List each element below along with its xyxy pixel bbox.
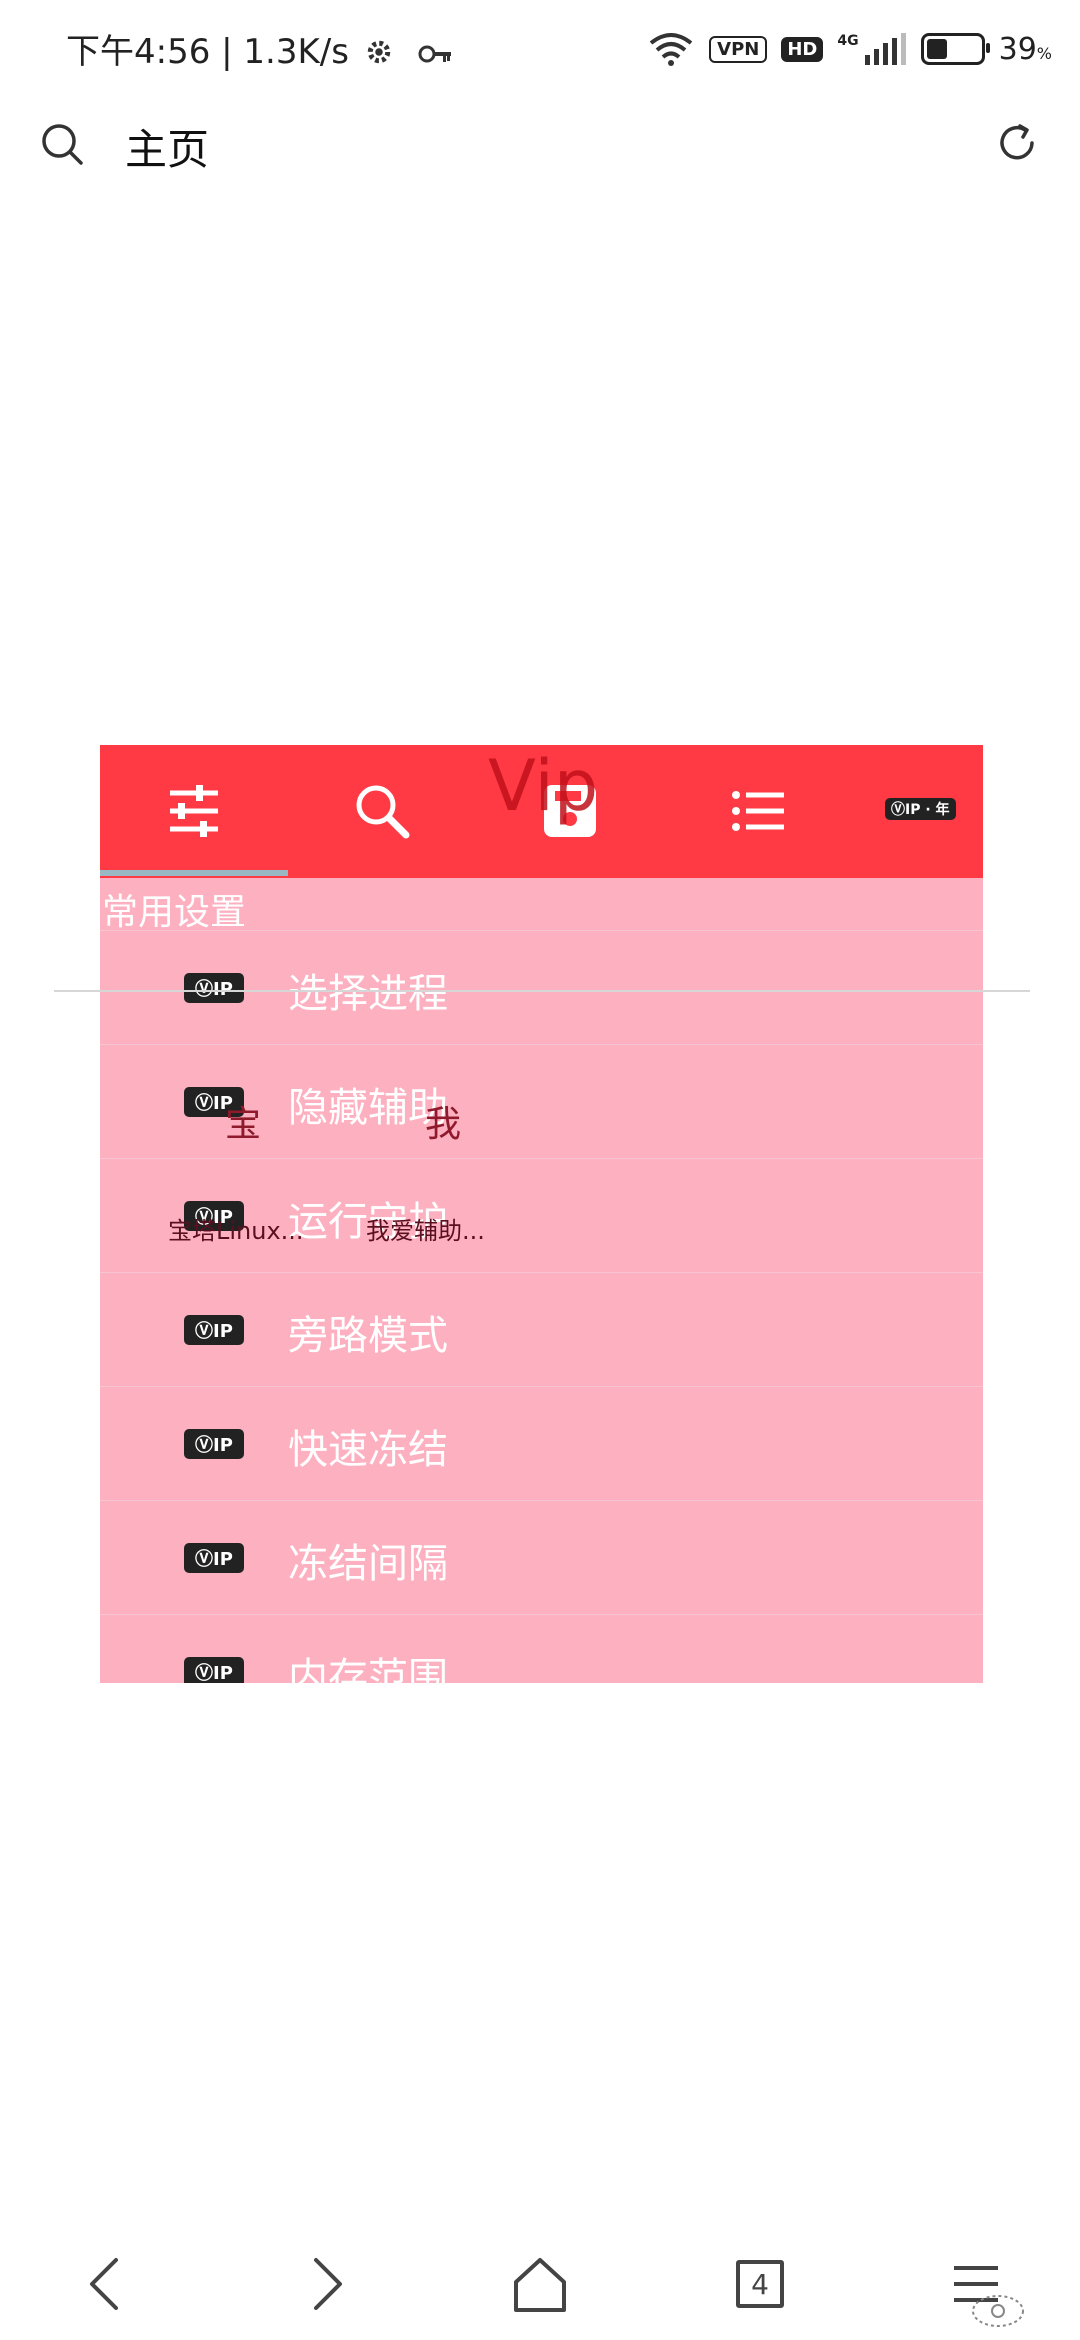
status-bar: 下午4:56 | 1.3K/s VPN HD 4G 39% [0,0,1080,100]
battery-percent: 39% [998,31,1052,67]
page-title: 主页 [125,125,210,174]
signal-indicator: 4G [837,33,906,65]
tab-indicator [100,870,288,876]
home-icon[interactable] [508,2252,572,2316]
bookmark-tile-wo-icon[interactable]: 我 [425,1095,461,1147]
menu-row-label: 快速冻结 [288,1427,448,1473]
section-label: 常用设置 [102,892,247,933]
menu-row-memory-range[interactable]: ⓋIP 内存范围 [100,1614,983,1683]
menu-row-bypass-mode[interactable]: ⓋIP 旁路模式 [100,1272,983,1387]
status-icons: VPN HD 4G 39% [647,26,1052,72]
divider-line [54,990,1030,992]
menu-row-freeze-interval[interactable]: ⓋIP 冻结间隔 [100,1500,983,1615]
refresh-icon[interactable] [994,120,1040,166]
hd-badge: HD [781,36,824,62]
menu-row-label: 隐藏辅助 [288,1085,448,1131]
menu-row-select-process[interactable]: ⓋIP 选择进程 [100,930,983,1045]
tab-search-icon[interactable] [350,779,414,843]
tabs-button[interactable]: 4 [728,2252,792,2316]
vip-badge: ⓋIP [184,1543,244,1573]
vpn-badge: VPN [709,35,768,63]
tab-sliders-icon[interactable] [162,779,226,843]
bookmark-tile-bt-label[interactable]: 宝塔Linux... [168,1211,304,1246]
search-icon[interactable] [40,122,84,166]
vip-badge: ⓋIP [184,973,244,1003]
eye-icon[interactable] [970,2292,1026,2330]
forward-icon[interactable] [292,2252,356,2316]
signal-icon [864,33,906,65]
menu-row-label: 内存范围 [288,1655,448,1683]
key-icon [418,45,451,63]
battery-fill [926,39,947,59]
tab-count: 4 [736,2260,784,2308]
menu-row-label: 冻结间隔 [288,1541,448,1587]
status-time: 下午4:56 | 1.3K/s [66,24,453,73]
wifi-icon [649,33,693,66]
bookmark-tile-wo-label[interactable]: 我爱辅助... [366,1211,485,1246]
vip-year-badge[interactable]: ⓋIP · 年 [885,798,956,820]
menu-row-quick-freeze[interactable]: ⓋIP 快速冻结 [100,1386,983,1501]
back-icon[interactable] [76,2252,140,2316]
ghost-vip-title: Vip [488,745,599,827]
vip-badge: ⓋIP [184,1657,244,1683]
network-type: 4G [837,33,859,49]
menu-row-label: 旁路模式 [288,1313,448,1359]
gear-icon [367,40,391,64]
battery-icon [920,33,990,65]
tab-list-icon[interactable] [726,779,790,843]
bookmark-tile-bt-icon[interactable]: 宝 [225,1095,261,1147]
vip-badge: ⓋIP [184,1315,244,1345]
vip-badge: ⓋIP [184,1429,244,1459]
